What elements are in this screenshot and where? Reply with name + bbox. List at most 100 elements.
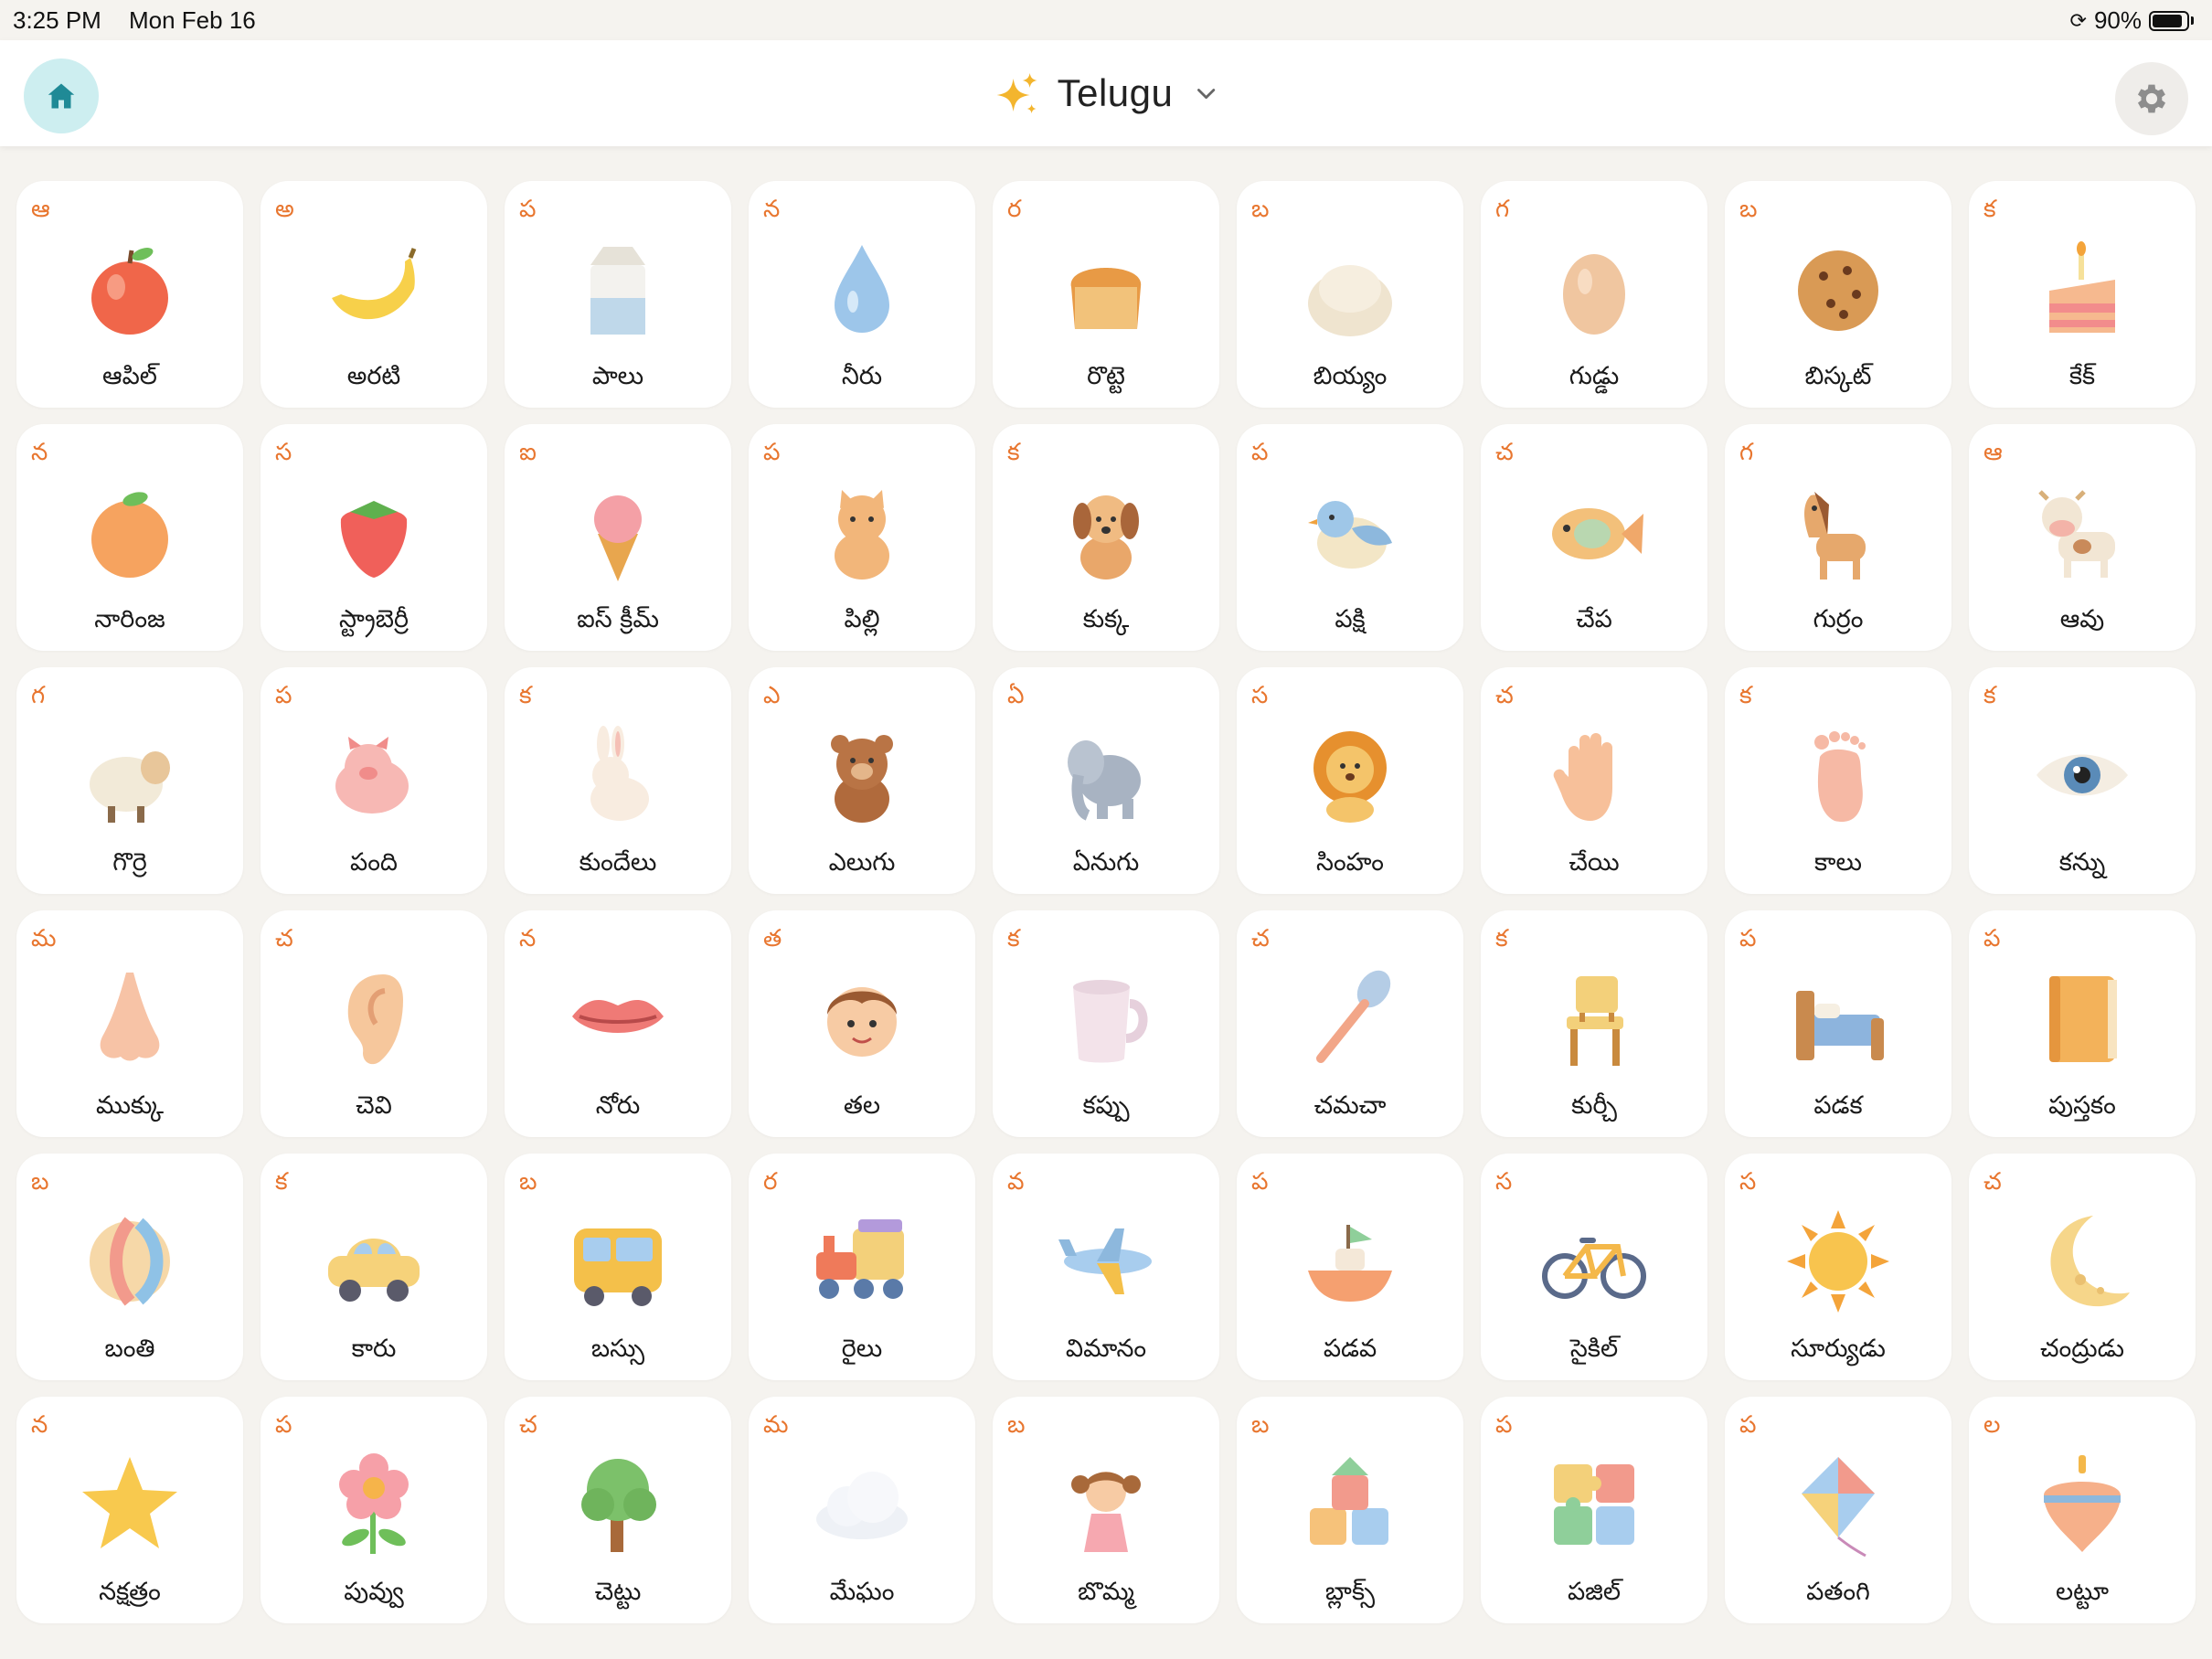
status-right: ⟳ 90% — [2070, 6, 2194, 35]
card-letter: క — [1983, 196, 1996, 223]
word-card-head[interactable]: త తల — [749, 910, 975, 1137]
card-letter: ప — [275, 682, 292, 709]
card-letter: ఆ — [1983, 439, 2003, 466]
card-word: బియ్యం — [1313, 362, 1388, 390]
word-card-banana[interactable]: అ అరటి — [261, 181, 487, 408]
word-card-boat[interactable]: ప పడవ — [1237, 1154, 1463, 1380]
word-card-sheep[interactable]: గ గొర్రె — [16, 667, 243, 894]
word-card-kite[interactable]: ప పతంగి — [1725, 1397, 1951, 1623]
word-card-bed[interactable]: ప పడక — [1725, 910, 1951, 1137]
word-card-doll[interactable]: బ బొమ్మ — [993, 1397, 1219, 1623]
word-card-milk[interactable]: ప పాలు — [505, 181, 731, 408]
word-card-pig[interactable]: ప పంది — [261, 667, 487, 894]
word-card-book[interactable]: ప పుస్తకం — [1969, 910, 2196, 1137]
card-letter: క — [1495, 925, 1508, 952]
word-card-bread[interactable]: ర రొట్టె — [993, 181, 1219, 408]
word-card-tree[interactable]: చ చెట్టు — [505, 1397, 731, 1623]
word-card-cat[interactable]: ప పిల్లి — [749, 424, 975, 651]
word-card-bear[interactable]: ఎ ఎలుగు — [749, 667, 975, 894]
card-letter: బ — [1739, 196, 1758, 223]
word-card-orange[interactable]: న నారింజ — [16, 424, 243, 651]
card-letter: చ — [519, 1411, 537, 1439]
cookie-icon — [1798, 250, 1878, 331]
word-card-blocks[interactable]: బ బ్లాక్స్ — [1237, 1397, 1463, 1623]
word-card-apple[interactable]: ఆ ఆపిల్ — [16, 181, 243, 408]
word-card-fish[interactable]: చ చేప — [1481, 424, 1707, 651]
word-card-eye[interactable]: క కన్ను — [1969, 667, 2196, 894]
water-icon — [835, 245, 889, 333]
word-card-ear[interactable]: చ చెవి — [261, 910, 487, 1137]
word-card-cow[interactable]: ఆ ఆవు — [1969, 424, 2196, 651]
card-word: లట్టూ — [2055, 1578, 2110, 1606]
word-card-puzzle[interactable]: ప పజిల్ — [1481, 1397, 1707, 1623]
word-card-lion[interactable]: స సింహం — [1237, 667, 1463, 894]
word-card-elephant[interactable]: ఏ ఏనుగు — [993, 667, 1219, 894]
card-word: పడవ — [1323, 1335, 1377, 1363]
card-word: చెట్టు — [594, 1578, 642, 1606]
word-card-foot[interactable]: క కాలు — [1725, 667, 1951, 894]
word-card-bus[interactable]: బ బస్సు — [505, 1154, 731, 1380]
word-card-dog[interactable]: క కుక్క — [993, 424, 1219, 651]
train-icon — [816, 1219, 904, 1299]
settings-button[interactable] — [2115, 62, 2188, 135]
word-card-spoon[interactable]: చ చమచా — [1237, 910, 1463, 1137]
word-card-nose[interactable]: మ ముక్కు — [16, 910, 243, 1137]
card-letter: న — [763, 196, 781, 223]
bear-icon — [831, 735, 893, 823]
puzzle-icon — [1554, 1464, 1634, 1545]
card-word: పంది — [350, 848, 398, 877]
word-card-rabbit[interactable]: క కుందేలు — [505, 667, 731, 894]
card-word: పిల్లి — [844, 605, 880, 633]
word-card-train[interactable]: ర రైలు — [749, 1154, 975, 1380]
word-card-hand[interactable]: చ చేయి — [1481, 667, 1707, 894]
card-word: పువ్వు — [344, 1578, 404, 1606]
word-card-flower[interactable]: ప పువ్వు — [261, 1397, 487, 1623]
flower-icon — [339, 1453, 409, 1554]
word-card-airplane[interactable]: వ విమానం — [993, 1154, 1219, 1380]
word-card-moon[interactable]: చ చంద్రుడు — [1969, 1154, 2196, 1380]
card-word: కన్ను — [2058, 848, 2106, 877]
card-letter: క — [1007, 439, 1020, 466]
card-letter: ఏ — [1007, 682, 1025, 709]
word-card-sun[interactable]: స సూర్యుడు — [1725, 1154, 1951, 1380]
word-card-strawberry[interactable]: స స్ట్రాబెర్రీ — [261, 424, 487, 651]
card-word: చేయి — [1569, 848, 1620, 877]
word-card-ice-cream[interactable]: ఐ ఐస్ క్రీమ్ — [505, 424, 731, 651]
card-letter: ఐ — [519, 439, 537, 466]
word-card-cookie[interactable]: బ బిస్కట్ — [1725, 181, 1951, 408]
bread-icon — [1070, 268, 1142, 329]
card-word: ఆవు — [2059, 605, 2105, 633]
card-word: గొర్రె — [112, 848, 147, 877]
word-card-car[interactable]: క కారు — [261, 1154, 487, 1380]
card-word: మేఘం — [829, 1578, 895, 1606]
card-letter: ప — [1251, 439, 1269, 466]
word-card-horse[interactable]: గ గుర్రం — [1725, 424, 1951, 651]
card-letter: త — [763, 925, 782, 952]
card-word: ఎలుగు — [828, 848, 896, 877]
nose-icon — [100, 973, 160, 1061]
card-word: నారింజ — [94, 605, 165, 633]
word-card-bird[interactable]: ప పక్షి — [1237, 424, 1463, 651]
word-card-mouth[interactable]: న నోరు — [505, 910, 731, 1137]
home-button[interactable] — [24, 58, 99, 133]
boat-icon — [1308, 1225, 1392, 1302]
word-card-cloud[interactable]: మ మేఘం — [749, 1397, 975, 1623]
word-card-water[interactable]: న నీరు — [749, 181, 975, 408]
word-card-cup[interactable]: క కప్పు — [993, 910, 1219, 1137]
word-card-cake[interactable]: క కేక్ — [1969, 181, 2196, 408]
word-card-rice[interactable]: బ బియ్యం — [1237, 181, 1463, 408]
word-card-spinning-top[interactable]: ల లట్టూ — [1969, 1397, 2196, 1623]
word-card-ball[interactable]: బ బంతి — [16, 1154, 243, 1380]
word-card-chair[interactable]: క కుర్చీ — [1481, 910, 1707, 1137]
card-letter: క — [1983, 682, 1996, 709]
language-selector[interactable]: Telugu — [994, 40, 1219, 146]
word-card-star[interactable]: న నక్షత్రం — [16, 1397, 243, 1623]
card-letter: బ — [1251, 1411, 1270, 1439]
card-word: నీరు — [841, 362, 883, 390]
star-icon — [82, 1457, 177, 1548]
word-card-bicycle[interactable]: స సైకిల్ — [1481, 1154, 1707, 1380]
lion-icon — [1313, 731, 1387, 823]
word-card-egg[interactable]: గ గుడ్డు — [1481, 181, 1707, 408]
card-word: పజిల్ — [1567, 1578, 1622, 1606]
card-letter: క — [519, 682, 532, 709]
